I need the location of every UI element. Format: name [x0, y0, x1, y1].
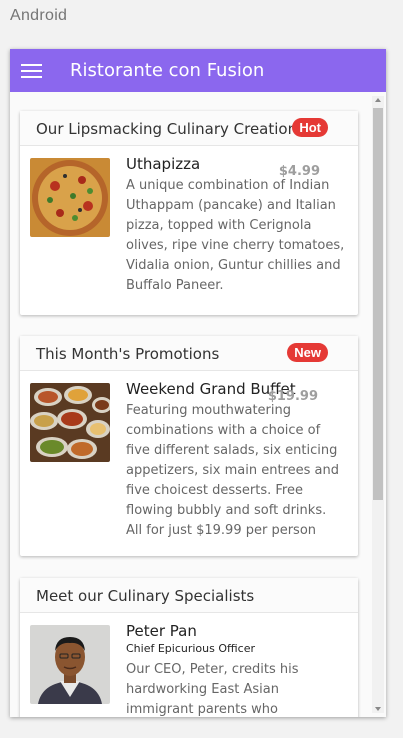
app-toolbar: Ristorante con Fusion — [10, 49, 386, 92]
leader-description: Our CEO, Peter, credits his hardworking … — [126, 662, 299, 717]
platform-label: Android — [10, 7, 68, 24]
hamburger-menu-icon[interactable] — [12, 49, 52, 92]
scroll-up-arrow-icon[interactable] — [375, 98, 381, 102]
content-scroll-area[interactable]: Our Lipsmacking Culinary Creations Hot U… — [10, 92, 386, 717]
promotion-description: Featuring mouthwatering combinations wit… — [126, 403, 339, 538]
vertical-scrollbar[interactable] — [372, 96, 384, 713]
dish-image — [30, 158, 110, 237]
leader-photo — [30, 625, 110, 704]
scrollbar-thumb[interactable] — [373, 108, 383, 500]
dish-description: A unique combination of Indian Uthappam … — [126, 178, 345, 293]
card-header: Our Lipsmacking Culinary Creations Hot — [20, 111, 358, 146]
leader-name: Peter Pan — [126, 622, 197, 640]
leader-designation: Chief Epicurious Officer — [126, 642, 255, 655]
card-title: This Month's Promotions — [36, 345, 220, 363]
card-title: Our Lipsmacking Culinary Creations — [36, 120, 305, 138]
dish-name: Uthapizza — [126, 155, 201, 173]
promotion-card[interactable]: This Month's Promotions New Weekend Gran… — [20, 336, 358, 556]
new-badge: New — [287, 343, 328, 362]
card-header: Meet our Culinary Specialists — [20, 578, 358, 613]
app-window: Ristorante con Fusion Our Lipsmacking Cu… — [10, 49, 386, 717]
card-title: Meet our Culinary Specialists — [36, 587, 255, 605]
hot-badge: Hot — [292, 118, 328, 137]
card-header: This Month's Promotions New — [20, 336, 358, 371]
leader-card[interactable]: Meet our Culinary Specialists Peter Pan … — [20, 578, 358, 717]
featured-dish-card[interactable]: Our Lipsmacking Culinary Creations Hot U… — [20, 111, 358, 315]
promotion-image — [30, 383, 110, 462]
scroll-down-arrow-icon[interactable] — [375, 707, 381, 711]
app-title: Ristorante con Fusion — [70, 60, 265, 81]
